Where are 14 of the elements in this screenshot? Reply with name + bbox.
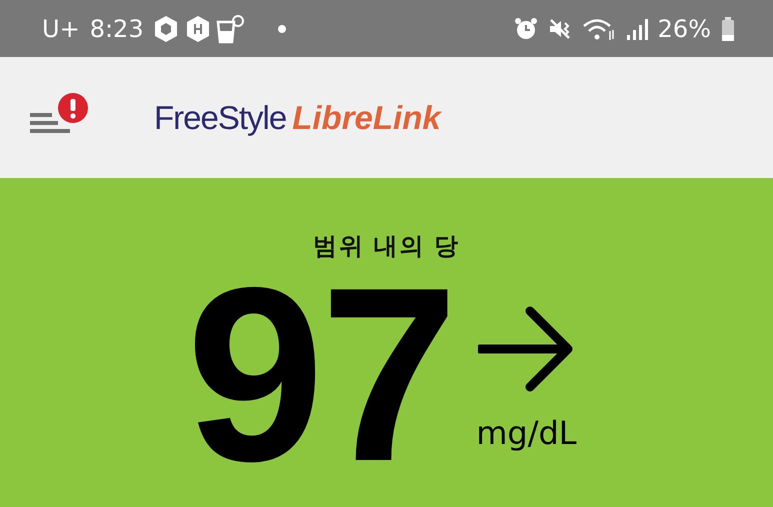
signal-icon	[626, 16, 648, 40]
logo-text: FreeStyle	[154, 98, 286, 136]
dot-icon	[278, 24, 286, 32]
mute-icon	[548, 16, 572, 40]
battery-icon	[721, 16, 735, 40]
unit-text: mg/dL	[476, 414, 577, 452]
battery-text: 26%	[658, 14, 711, 42]
status-label: 범위 내의 당	[312, 232, 460, 262]
logo-text: LibreLink	[292, 98, 441, 136]
carrier-text: U+	[42, 14, 80, 42]
glucose-value: 97	[186, 274, 454, 474]
alarm-icon	[514, 16, 538, 40]
wifi-icon	[582, 16, 616, 40]
clock-text: 8:23	[90, 14, 144, 42]
